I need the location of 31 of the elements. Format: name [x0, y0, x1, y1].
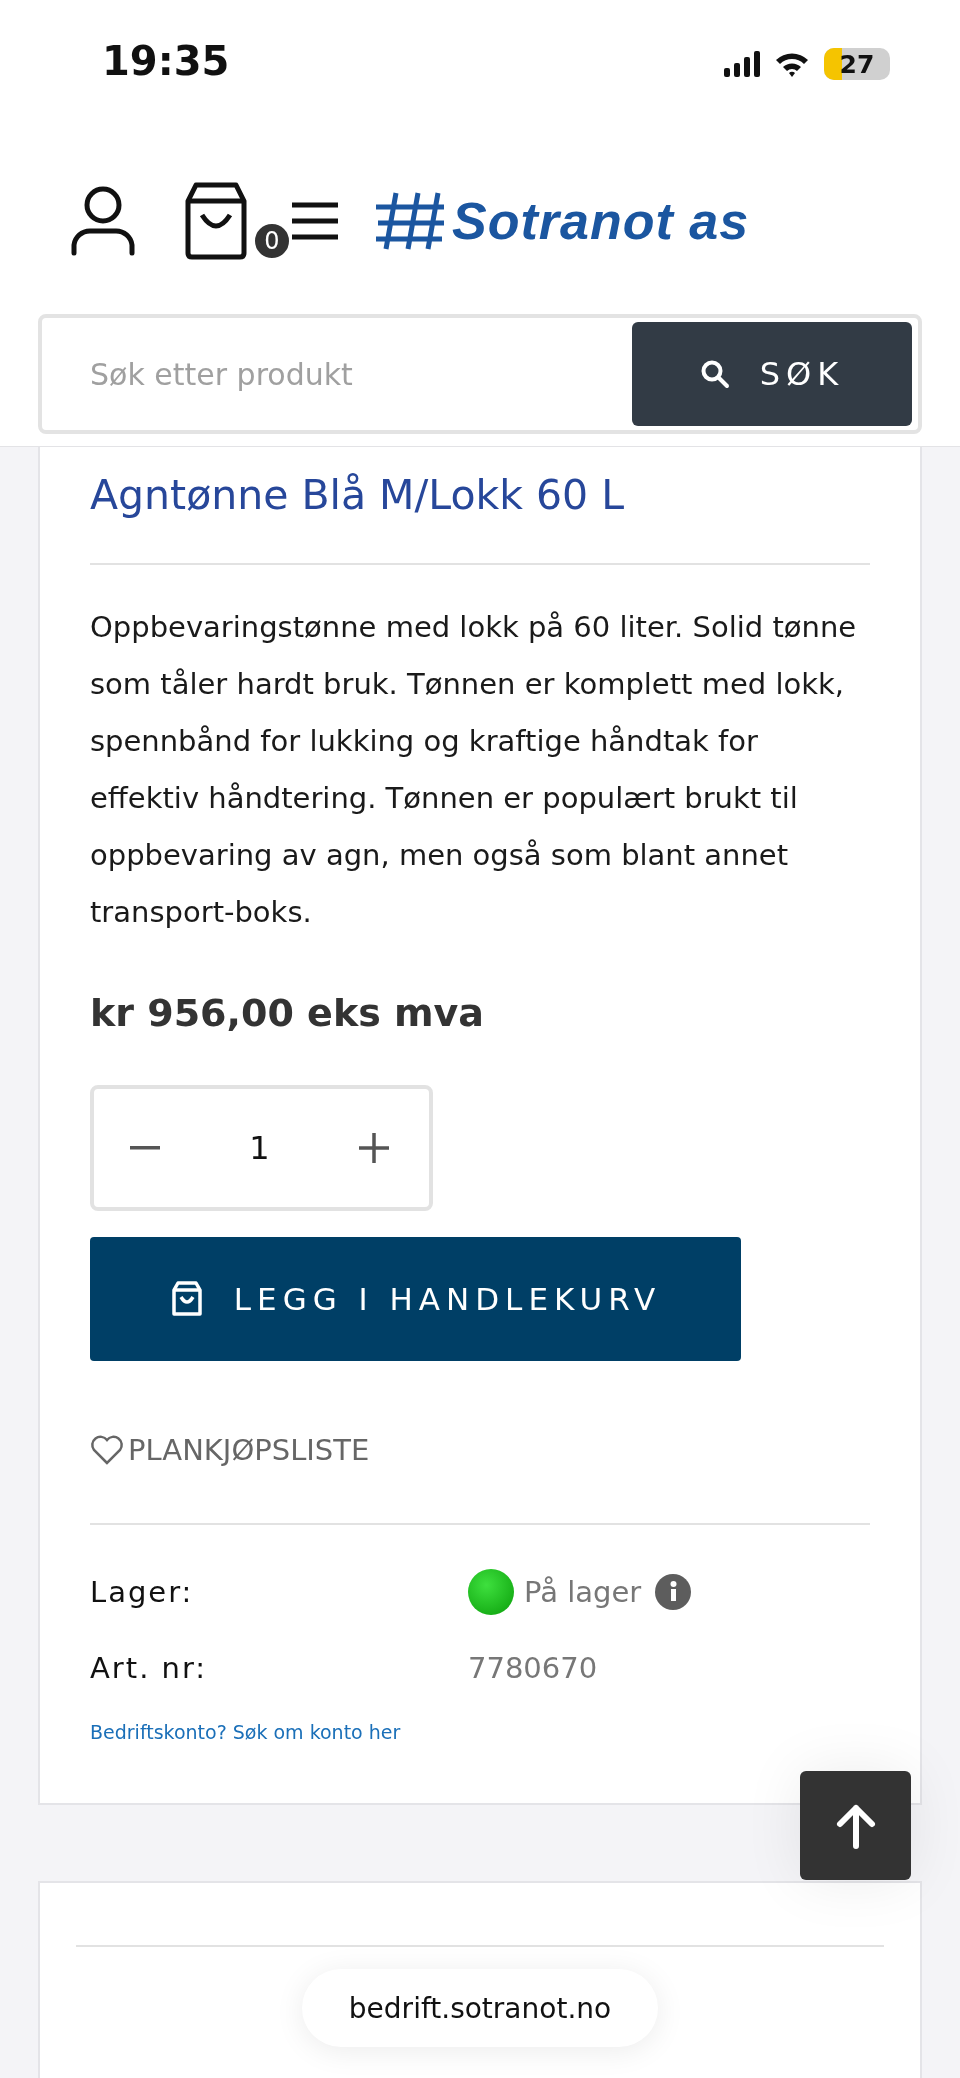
- detail-value: 7780670: [468, 1651, 598, 1685]
- user-icon[interactable]: [70, 185, 136, 257]
- scroll-to-top-button[interactable]: [800, 1771, 911, 1880]
- account-link[interactable]: Bedriftskonto? Søk om konto her: [90, 1721, 870, 1743]
- minus-icon[interactable]: [130, 1146, 160, 1150]
- menu-icon[interactable]: [292, 201, 338, 241]
- shopping-bag-icon: [169, 1280, 204, 1318]
- product-description: Oppbevaringstønne med lokk på 60 liter. Solid tønne som tåler hardt bruk. Tønnen er komplett med lokk, spennbånd for lukking og kraftige håndtak for effektiv håndtering. Tønnen er populært brukt til oppbevaring av agn, men også som blant annet transport-boks.: [90, 609, 858, 931]
- product-title: Agntønne Blå M/Lokk 60 L: [90, 471, 626, 521]
- stock-status-dot: [468, 1569, 514, 1615]
- heart-icon: [90, 1435, 124, 1465]
- search-field[interactable]: Søk etter produkt SØK: [38, 314, 922, 434]
- search-icon: [699, 359, 730, 389]
- info-icon[interactable]: [655, 1574, 692, 1610]
- quantity-value: 1: [249, 1129, 270, 1167]
- search-button[interactable]: SØK: [632, 322, 912, 426]
- detail-value: På lager: [524, 1575, 642, 1609]
- plus-icon[interactable]: [359, 1133, 389, 1163]
- logo-text[interactable]: Sotranot as: [452, 191, 750, 251]
- detail-label: Lager:: [90, 1575, 195, 1609]
- wifi-icon: [774, 51, 810, 77]
- product-price: kr 956,00 eks mva: [90, 991, 485, 1035]
- detail-label: Art. nr:: [90, 1651, 209, 1685]
- logo-grid-icon: [376, 191, 446, 251]
- signal-icon: [724, 51, 760, 77]
- wishlist-link[interactable]: PLANKJØPSLISTE: [90, 1433, 370, 1467]
- add-to-cart-button[interactable]: LEGG I HANDLEKURV: [90, 1237, 741, 1361]
- browser-url-bar[interactable]: bedrift.sotranot.no: [302, 1969, 658, 2047]
- cart-count-badge: 0: [252, 221, 292, 261]
- status-time: 19:35: [102, 38, 230, 86]
- quantity-stepper[interactable]: 1: [90, 1085, 433, 1211]
